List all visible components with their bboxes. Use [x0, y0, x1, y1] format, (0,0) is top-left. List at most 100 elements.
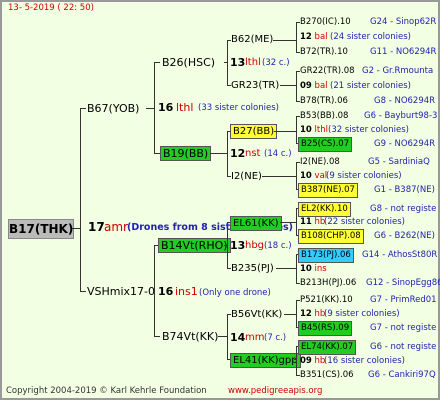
gen4-queen[interactable]: EL74(KK).07 [298, 340, 357, 355]
gen2-race: lthl [176, 101, 194, 114]
gen4-label: (9 sister colonies) [326, 171, 402, 181]
connector [227, 222, 228, 269]
gen3-el61[interactable]: EL61(KK) [230, 216, 282, 231]
connector [296, 71, 297, 102]
gen4-label: (9 sister colonies) [324, 309, 400, 319]
gen4-queen: 09 hb [300, 356, 326, 366]
gen4-queen: 12 hb [300, 309, 326, 319]
gen4-label: G7 - not registe [370, 323, 437, 333]
gen4-queen[interactable]: I2(NE).08 [300, 156, 340, 169]
gen2-b26[interactable]: B26(HSC) [162, 56, 215, 69]
gen3-gen: 14 [230, 331, 246, 344]
gen4-label: (22 sister colonies) [324, 217, 405, 227]
gen3-gr23[interactable]: GR23(TR) [231, 79, 279, 92]
connector [227, 314, 228, 360]
gen4-label: G8 - not registe [370, 204, 437, 214]
gen4-queen[interactable]: EL2(KK).10 [298, 202, 351, 217]
connector [296, 162, 297, 190]
gen3-note: (32 c.) [262, 58, 290, 68]
gen2-b19[interactable]: B19(BB) [160, 146, 212, 161]
site-link[interactable]: www.pedigreeapis.org [228, 385, 322, 398]
connector [276, 268, 297, 269]
gen4-queen: 09 bal [300, 81, 328, 91]
gen4-label: (21 sister colonies) [330, 81, 411, 91]
gen4-queen[interactable]: P521(KK).10 [300, 294, 353, 307]
connector [154, 245, 155, 337]
gen4-queen[interactable]: B25(CS).07 [298, 137, 353, 152]
connector [154, 62, 155, 154]
connector [80, 108, 81, 292]
sire-dam[interactable]: B67(YOB) [87, 102, 139, 115]
gen4-label: G14 - AthosSt80R [362, 250, 438, 260]
gen4-label: G1 - B387(NE) [374, 185, 435, 195]
gen4-queen: 12 bal [300, 32, 328, 42]
gen4-queen[interactable]: B387(NE).07 [298, 183, 358, 198]
gen3-gen: 13 [230, 56, 246, 69]
connector [154, 62, 160, 63]
gen4-label: G2 - Gr.Rmounta [362, 66, 434, 76]
gen3-race: hbg [245, 240, 265, 251]
gen4-label: G6 - B262(NE) [374, 231, 435, 241]
gen3-note: (18 c.) [264, 241, 292, 251]
dam-race: ins1 [175, 285, 198, 298]
gen4-label: G11 - NO6294R [370, 47, 437, 57]
gen4-label: G24 - Sinop62R [370, 17, 437, 27]
gen4-label: (32 sister colonies) [328, 125, 409, 135]
gen3-gen: 12 [230, 147, 246, 160]
gen3-el41[interactable]: EL41(KK)gpp [230, 353, 301, 368]
connector [273, 40, 297, 41]
connector [296, 346, 297, 376]
gen4-queen[interactable]: GR22(TR).08 [300, 65, 355, 78]
gen3-note: (14 c.) [264, 149, 292, 159]
gen3-note: (7 c.) [264, 333, 287, 343]
gen3-race: lthl [245, 57, 261, 68]
gen2-b74vt[interactable]: B74Vt(KK) [162, 330, 218, 343]
copyright: Copyright 2004-2019 © Karl Kehrle Founda… [6, 386, 207, 396]
gen4-queen[interactable]: B213H(PJ).06 [300, 277, 356, 290]
connector [80, 108, 86, 109]
gen4-queen[interactable]: B45(RS).09 [298, 321, 353, 336]
gen3-i2[interactable]: I2(NE) [231, 170, 262, 183]
gen4-label: G6 - not registe [370, 342, 437, 352]
dam[interactable]: VSHmix17-0 [87, 285, 155, 298]
gen4-queen[interactable]: B78(TR).06 [300, 95, 348, 108]
connector [296, 208, 297, 236]
connector [80, 291, 86, 292]
connector [296, 116, 297, 144]
connector [274, 131, 297, 132]
gen3-b56vt[interactable]: B56Vt(KK) [231, 308, 282, 321]
gen4-queen[interactable]: B53(BB).08 [300, 110, 348, 123]
gen3-b27[interactable]: B27(BB) [230, 124, 278, 139]
gen4-queen: 10 lthl [300, 125, 328, 135]
gen3-race: nst [245, 148, 261, 159]
gen4-label: (16 sister colonies) [324, 356, 405, 366]
connector [280, 222, 297, 223]
gen4-queen: 10 ins [300, 264, 327, 274]
gen3-b235[interactable]: B235(PJ) [231, 262, 274, 275]
gen4-queen[interactable]: B270(IC).10 [300, 16, 351, 29]
gen4-queen[interactable]: B351(CS).06 [300, 369, 354, 382]
connector [280, 85, 297, 86]
gen2-b14vt[interactable]: B14Vt(RHO) [158, 238, 231, 253]
connector [154, 336, 160, 337]
gen4-label: G6 - Bayburt98-3 [364, 111, 438, 121]
gen4-queen[interactable]: B108(CHP).08 [298, 229, 364, 244]
root-queen[interactable]: B17(THK) [8, 219, 74, 239]
gen2-note: (33 sister colonies) [198, 103, 279, 113]
gen2-generation: 16 [158, 101, 174, 114]
gen4-queen[interactable]: B72(TR).10 [300, 46, 348, 59]
gen4-label: G12 - SinopEgg86R [366, 278, 440, 288]
connector [296, 254, 297, 284]
gen4-label: G5 - SardiniaQ [368, 157, 430, 167]
gen3-race: mm [245, 332, 265, 343]
gen3-gen: 13 [230, 239, 246, 252]
gen4-queen[interactable]: B173(PJ).06 [298, 248, 354, 263]
connector [227, 40, 228, 86]
gen4-queen: 10 val [300, 171, 328, 181]
connector [296, 22, 297, 53]
gen3-b62[interactable]: B62(ME) [231, 33, 273, 46]
connector [227, 131, 228, 177]
gen4-queen: 11 hb [300, 217, 326, 227]
gen4-label: G9 - NO6294R [374, 139, 436, 149]
connector [296, 300, 297, 328]
